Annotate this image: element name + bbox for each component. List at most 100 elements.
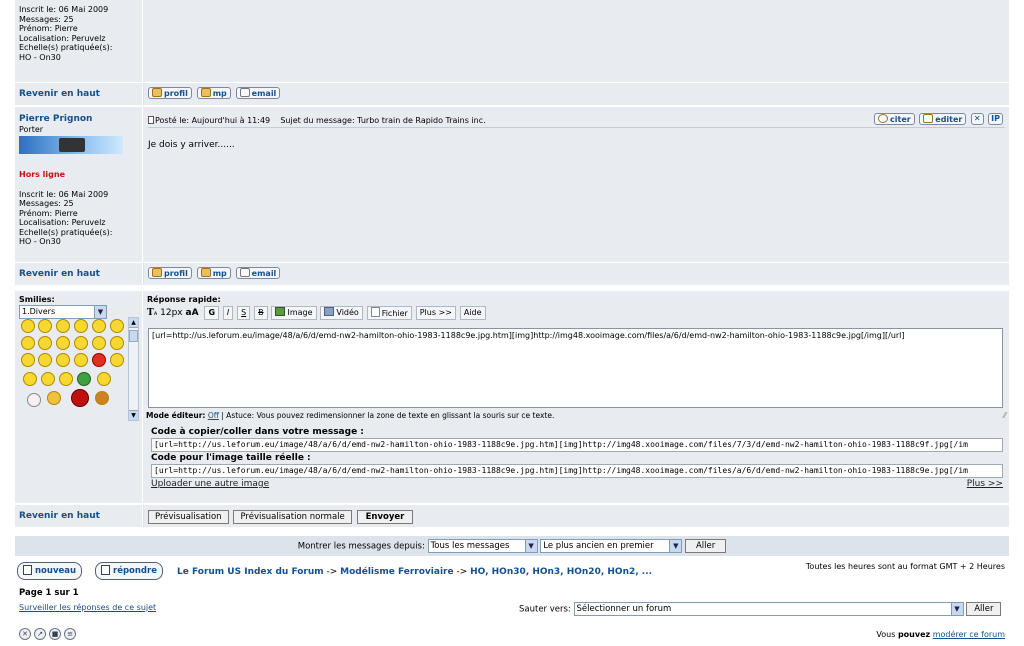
edit-button[interactable]: editer xyxy=(919,113,967,125)
exclamation-icon[interactable] xyxy=(92,353,106,367)
jump-go-button[interactable]: Aller xyxy=(966,602,1002,616)
clown-icon[interactable] xyxy=(27,393,41,407)
reply-button-label: répondre xyxy=(113,566,157,576)
smile-icon[interactable] xyxy=(21,336,35,350)
quote-icon xyxy=(878,114,889,123)
reply-button[interactable]: répondre xyxy=(95,562,163,580)
smile-icon[interactable] xyxy=(56,319,70,333)
grin-icon[interactable] xyxy=(77,372,91,386)
smile-icon[interactable] xyxy=(59,372,73,386)
profile-button[interactable]: profil xyxy=(148,267,192,279)
smile-icon[interactable] xyxy=(56,336,70,350)
pm-button-label: mp xyxy=(212,89,227,98)
smile-icon[interactable] xyxy=(21,353,35,367)
back-to-top-link[interactable]: Revenir en haut xyxy=(19,269,100,279)
send-button[interactable]: Envoyer xyxy=(356,510,414,524)
idea-icon[interactable] xyxy=(23,372,37,386)
lock-icon[interactable]: ■ xyxy=(49,628,61,640)
underline-button[interactable]: S xyxy=(237,306,251,320)
breadcrumb-home[interactable]: Le Forum US Index du Forum xyxy=(177,567,324,577)
smile-icon[interactable] xyxy=(74,336,88,350)
order-select[interactable]: Le plus ancien en premier ▼ xyxy=(540,539,683,553)
reply-textarea[interactable]: [url=http://us.leforum.eu/image/48/a/6/d… xyxy=(148,328,1003,408)
moderate-forum-link[interactable]: modérer ce forum xyxy=(933,630,1005,639)
upload-more-link[interactable]: Plus >> xyxy=(967,478,1003,490)
face-icon[interactable] xyxy=(95,391,109,405)
new-topic-button[interactable]: nouveau xyxy=(17,562,83,580)
file-button[interactable]: Fichier xyxy=(366,306,412,320)
profile-button[interactable]: profil xyxy=(148,87,192,99)
devil-icon[interactable] xyxy=(71,389,89,407)
smile-icon[interactable] xyxy=(21,319,35,333)
watch-topic-link[interactable]: Surveiller les réponses de ce sujet xyxy=(19,603,156,612)
thumbs-up-icon[interactable] xyxy=(97,372,111,386)
ip-icon: IP xyxy=(991,114,1000,123)
rank-image xyxy=(19,136,123,154)
smilies-category-value: 1.Divers xyxy=(22,306,56,316)
image-icon xyxy=(275,307,286,316)
ip-button[interactable]: IP xyxy=(988,113,1003,125)
profile-line: Echelle(s) pratiquée(s): xyxy=(19,227,113,237)
smile-icon[interactable] xyxy=(74,319,88,333)
chevron-down-icon: ▼ xyxy=(94,305,106,318)
code-copy-field[interactable]: [url=http://us.leforum.eu/image/48/a/6/d… xyxy=(151,438,1003,452)
smile-icon[interactable] xyxy=(38,336,52,350)
author-name[interactable]: Pierre Prignon xyxy=(19,114,138,125)
code-full-field[interactable]: [url=http://us.leforum.eu/image/48/a/6/d… xyxy=(151,464,1003,478)
email-button[interactable]: email xyxy=(235,87,281,99)
smile-icon[interactable] xyxy=(110,319,124,333)
profile-button-label: profil xyxy=(164,89,188,98)
pm-button[interactable]: mp xyxy=(196,267,231,279)
arrow-icon[interactable] xyxy=(41,372,55,386)
reply-editor: Réponse rapide: Tᴀ 12px aA G I S B Image… xyxy=(144,291,1009,503)
users-icon xyxy=(200,268,211,277)
upload-other-link[interactable]: Uploader une autre image xyxy=(151,479,269,489)
smile-icon[interactable] xyxy=(74,353,88,367)
split-topic-icon[interactable]: ≡ xyxy=(64,628,76,640)
resize-grip-icon[interactable]: ⁄⁄ xyxy=(1003,411,1006,421)
breadcrumb-category[interactable]: Modélisme Ferroviaire xyxy=(340,567,453,577)
italic-button[interactable]: I xyxy=(222,306,234,320)
back-to-top-link[interactable]: Revenir en haut xyxy=(19,89,100,99)
smile-icon[interactable] xyxy=(110,336,124,350)
filter-go-button[interactable]: Aller xyxy=(684,539,727,553)
move-topic-icon[interactable]: ↗ xyxy=(34,628,46,640)
smile-icon[interactable] xyxy=(38,319,52,333)
strike-button[interactable]: B xyxy=(254,306,268,320)
editor-toolbar: Tᴀ 12px aA G I S B Image Vidéo Fichier P… xyxy=(147,306,1006,322)
scroll-thumb[interactable] xyxy=(129,330,138,342)
delete-button[interactable]: ✕ xyxy=(970,113,984,125)
chevron-down-icon: ▼ xyxy=(669,540,682,552)
smile-icon[interactable] xyxy=(92,319,106,333)
help-button[interactable]: Aide xyxy=(459,306,486,320)
smile-icon[interactable] xyxy=(38,353,52,367)
preview-normal-button[interactable]: Prévisualisation normale xyxy=(233,510,352,524)
delete-topic-icon[interactable]: ✕ xyxy=(19,628,31,640)
face-icon[interactable] xyxy=(47,391,61,405)
breadcrumb-forum[interactable]: HO, HOn30, HOn3, HOn20, HOn2, ... xyxy=(470,567,652,577)
profile-line: Prénom: Pierre xyxy=(19,208,78,218)
since-select[interactable]: Tous les messages ▼ xyxy=(427,539,538,553)
smilies-scrollbar[interactable]: ▲ ▼ xyxy=(128,317,139,421)
more-tools-button[interactable]: Plus >> xyxy=(415,306,456,320)
back-to-top-cell: Revenir en haut xyxy=(15,505,143,527)
quote-button[interactable]: citer xyxy=(874,113,915,125)
scroll-down-icon[interactable]: ▼ xyxy=(129,410,138,420)
reply-buttons: Prévisualisation Prévisualisation normal… xyxy=(144,505,1009,527)
video-button[interactable]: Vidéo xyxy=(320,306,363,320)
email-button[interactable]: email xyxy=(235,267,281,279)
jump-select[interactable]: Sélectionner un forum ▼ xyxy=(573,602,964,616)
smilies-category-select[interactable]: 1.Divers ▼ xyxy=(19,304,107,319)
preview-button[interactable]: Prévisualisation xyxy=(148,510,229,524)
smile-icon[interactable] xyxy=(92,336,106,350)
question-icon[interactable] xyxy=(110,353,124,367)
smile-icon[interactable] xyxy=(56,353,70,367)
bold-button[interactable]: G xyxy=(204,306,220,320)
x-icon: ✕ xyxy=(973,114,981,123)
image-button[interactable]: Image xyxy=(271,306,317,320)
back-to-top-link[interactable]: Revenir en haut xyxy=(19,511,100,521)
font-size-control[interactable]: Tᴀ 12px aA xyxy=(147,308,199,318)
editor-mode-toggle[interactable]: Off xyxy=(208,411,219,420)
scroll-up-icon[interactable]: ▲ xyxy=(129,318,138,328)
pm-button[interactable]: mp xyxy=(196,87,231,99)
